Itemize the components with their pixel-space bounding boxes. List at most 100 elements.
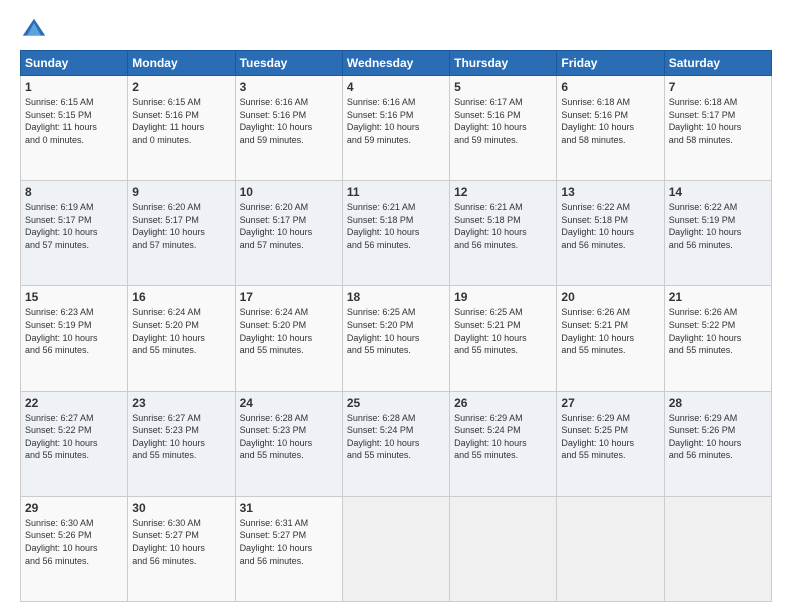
day-number: 15 — [25, 290, 123, 304]
calendar-cell: 24 Sunrise: 6:28 AM Sunset: 5:23 PM Dayli… — [235, 391, 342, 496]
calendar-week-5: 29Sunrise: 6:30 AM Sunset: 5:26 PM Dayli… — [21, 496, 772, 601]
day-number: 30 — [132, 501, 230, 515]
calendar-cell: 30 Sunrise: 6:30 AM Sunset: 5:27 PM Dayli… — [128, 496, 235, 601]
day-info: Sunrise: 6:15 AM Sunset: 5:15 PM Dayligh… — [25, 96, 123, 146]
day-info: Sunrise: 6:27 AM Sunset: 5:23 PM Dayligh… — [132, 412, 230, 462]
calendar-cell: 7 Sunrise: 6:18 AM Sunset: 5:17 PM Daylig… — [664, 76, 771, 181]
calendar-cell: 28 Sunrise: 6:29 AM Sunset: 5:26 PM Dayli… — [664, 391, 771, 496]
calendar-cell — [342, 496, 449, 601]
day-number: 21 — [669, 290, 767, 304]
day-info: Sunrise: 6:28 AM Sunset: 5:24 PM Dayligh… — [347, 412, 445, 462]
day-info: Sunrise: 6:19 AM Sunset: 5:17 PM Dayligh… — [25, 201, 123, 251]
day-number: 6 — [561, 80, 659, 94]
day-number: 13 — [561, 185, 659, 199]
calendar-header-wednesday: Wednesday — [342, 51, 449, 76]
day-info: Sunrise: 6:24 AM Sunset: 5:20 PM Dayligh… — [132, 306, 230, 356]
day-info: Sunrise: 6:20 AM Sunset: 5:17 PM Dayligh… — [132, 201, 230, 251]
day-info: Sunrise: 6:20 AM Sunset: 5:17 PM Dayligh… — [240, 201, 338, 251]
day-number: 9 — [132, 185, 230, 199]
calendar-cell: 13 Sunrise: 6:22 AM Sunset: 5:18 PM Dayli… — [557, 181, 664, 286]
day-info: Sunrise: 6:16 AM Sunset: 5:16 PM Dayligh… — [347, 96, 445, 146]
day-info: Sunrise: 6:28 AM Sunset: 5:23 PM Dayligh… — [240, 412, 338, 462]
calendar-table: SundayMondayTuesdayWednesdayThursdayFrid… — [20, 50, 772, 602]
calendar-cell: 31 Sunrise: 6:31 AM Sunset: 5:27 PM Dayli… — [235, 496, 342, 601]
calendar-cell — [557, 496, 664, 601]
day-info: Sunrise: 6:27 AM Sunset: 5:22 PM Dayligh… — [25, 412, 123, 462]
day-info: Sunrise: 6:22 AM Sunset: 5:18 PM Dayligh… — [561, 201, 659, 251]
day-info: Sunrise: 6:23 AM Sunset: 5:19 PM Dayligh… — [25, 306, 123, 356]
calendar-cell: 21 Sunrise: 6:26 AM Sunset: 5:22 PM Dayli… — [664, 286, 771, 391]
day-number: 17 — [240, 290, 338, 304]
calendar-cell: 15 Sunrise: 6:23 AM Sunset: 5:19 PM Dayli… — [21, 286, 128, 391]
day-info: Sunrise: 6:30 AM Sunset: 5:27 PM Dayligh… — [132, 517, 230, 567]
day-info: Sunrise: 6:25 AM Sunset: 5:21 PM Dayligh… — [454, 306, 552, 356]
calendar-cell: 14Sunrise: 6:22 AM Sunset: 5:19 PM Dayli… — [664, 181, 771, 286]
calendar-header-tuesday: Tuesday — [235, 51, 342, 76]
header — [20, 16, 772, 44]
day-number: 22 — [25, 396, 123, 410]
day-number: 7 — [669, 80, 767, 94]
day-number: 4 — [347, 80, 445, 94]
day-info: Sunrise: 6:29 AM Sunset: 5:24 PM Dayligh… — [454, 412, 552, 462]
day-number: 1 — [25, 80, 123, 94]
day-number: 2 — [132, 80, 230, 94]
calendar-cell — [664, 496, 771, 601]
calendar-header-friday: Friday — [557, 51, 664, 76]
day-info: Sunrise: 6:18 AM Sunset: 5:16 PM Dayligh… — [561, 96, 659, 146]
calendar-header-row: SundayMondayTuesdayWednesdayThursdayFrid… — [21, 51, 772, 76]
day-number: 19 — [454, 290, 552, 304]
day-info: Sunrise: 6:30 AM Sunset: 5:26 PM Dayligh… — [25, 517, 123, 567]
day-number: 8 — [25, 185, 123, 199]
day-number: 25 — [347, 396, 445, 410]
calendar-cell: 17 Sunrise: 6:24 AM Sunset: 5:20 PM Dayli… — [235, 286, 342, 391]
logo — [20, 16, 52, 44]
day-info: Sunrise: 6:26 AM Sunset: 5:21 PM Dayligh… — [561, 306, 659, 356]
calendar-cell: 25 Sunrise: 6:28 AM Sunset: 5:24 PM Dayli… — [342, 391, 449, 496]
day-number: 11 — [347, 185, 445, 199]
page: SundayMondayTuesdayWednesdayThursdayFrid… — [0, 0, 792, 612]
day-number: 3 — [240, 80, 338, 94]
calendar-cell: 2 Sunrise: 6:15 AM Sunset: 5:16 PM Daylig… — [128, 76, 235, 181]
calendar-cell: 10 Sunrise: 6:20 AM Sunset: 5:17 PM Dayli… — [235, 181, 342, 286]
calendar-cell: 4 Sunrise: 6:16 AM Sunset: 5:16 PM Daylig… — [342, 76, 449, 181]
day-info: Sunrise: 6:18 AM Sunset: 5:17 PM Dayligh… — [669, 96, 767, 146]
calendar-cell: 1 Sunrise: 6:15 AM Sunset: 5:15 PM Daylig… — [21, 76, 128, 181]
day-number: 16 — [132, 290, 230, 304]
calendar-cell: 20 Sunrise: 6:26 AM Sunset: 5:21 PM Dayli… — [557, 286, 664, 391]
day-number: 26 — [454, 396, 552, 410]
calendar-header-saturday: Saturday — [664, 51, 771, 76]
calendar-cell: 16 Sunrise: 6:24 AM Sunset: 5:20 PM Dayli… — [128, 286, 235, 391]
calendar-cell: 26 Sunrise: 6:29 AM Sunset: 5:24 PM Dayli… — [450, 391, 557, 496]
day-number: 31 — [240, 501, 338, 515]
day-number: 18 — [347, 290, 445, 304]
calendar-cell: 9 Sunrise: 6:20 AM Sunset: 5:17 PM Daylig… — [128, 181, 235, 286]
calendar-week-2: 8 Sunrise: 6:19 AM Sunset: 5:17 PM Daylig… — [21, 181, 772, 286]
calendar-cell: 29Sunrise: 6:30 AM Sunset: 5:26 PM Dayli… — [21, 496, 128, 601]
calendar-week-1: 1 Sunrise: 6:15 AM Sunset: 5:15 PM Daylig… — [21, 76, 772, 181]
day-info: Sunrise: 6:15 AM Sunset: 5:16 PM Dayligh… — [132, 96, 230, 146]
day-info: Sunrise: 6:16 AM Sunset: 5:16 PM Dayligh… — [240, 96, 338, 146]
day-info: Sunrise: 6:21 AM Sunset: 5:18 PM Dayligh… — [347, 201, 445, 251]
logo-icon — [20, 16, 48, 44]
day-info: Sunrise: 6:17 AM Sunset: 5:16 PM Dayligh… — [454, 96, 552, 146]
calendar-cell: 23 Sunrise: 6:27 AM Sunset: 5:23 PM Dayli… — [128, 391, 235, 496]
calendar-cell: 12Sunrise: 6:21 AM Sunset: 5:18 PM Dayli… — [450, 181, 557, 286]
day-info: Sunrise: 6:29 AM Sunset: 5:26 PM Dayligh… — [669, 412, 767, 462]
calendar-cell: 27Sunrise: 6:29 AM Sunset: 5:25 PM Dayli… — [557, 391, 664, 496]
day-info: Sunrise: 6:21 AM Sunset: 5:18 PM Dayligh… — [454, 201, 552, 251]
day-number: 24 — [240, 396, 338, 410]
calendar-cell: 18Sunrise: 6:25 AM Sunset: 5:20 PM Dayli… — [342, 286, 449, 391]
calendar-week-3: 15 Sunrise: 6:23 AM Sunset: 5:19 PM Dayli… — [21, 286, 772, 391]
calendar-header-sunday: Sunday — [21, 51, 128, 76]
calendar-cell: 6 Sunrise: 6:18 AM Sunset: 5:16 PM Daylig… — [557, 76, 664, 181]
day-number: 5 — [454, 80, 552, 94]
day-number: 23 — [132, 396, 230, 410]
day-number: 20 — [561, 290, 659, 304]
calendar-week-4: 22 Sunrise: 6:27 AM Sunset: 5:22 PM Dayli… — [21, 391, 772, 496]
day-info: Sunrise: 6:26 AM Sunset: 5:22 PM Dayligh… — [669, 306, 767, 356]
day-info: Sunrise: 6:29 AM Sunset: 5:25 PM Dayligh… — [561, 412, 659, 462]
day-number: 28 — [669, 396, 767, 410]
day-info: Sunrise: 6:31 AM Sunset: 5:27 PM Dayligh… — [240, 517, 338, 567]
day-info: Sunrise: 6:24 AM Sunset: 5:20 PM Dayligh… — [240, 306, 338, 356]
day-number: 10 — [240, 185, 338, 199]
